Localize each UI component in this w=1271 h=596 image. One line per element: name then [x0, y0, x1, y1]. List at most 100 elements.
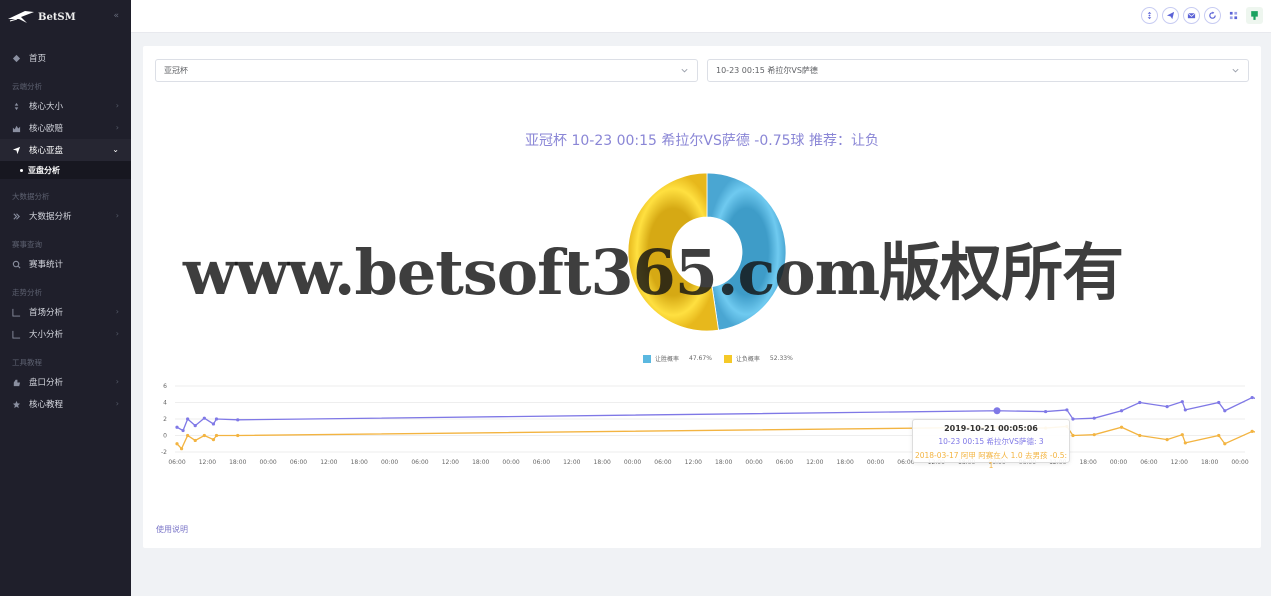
series-point[interactable] — [186, 417, 190, 421]
x-tick-label: 00:00 — [502, 459, 519, 466]
series-point[interactable] — [1138, 400, 1142, 405]
x-tick-label: 18:00 — [1079, 459, 1096, 466]
donut-slice-0[interactable] — [706, 172, 787, 331]
legend-label[interactable]: 让负概率 — [736, 354, 760, 363]
sidebar-item-core-asia[interactable]: 核心亚盘 ⌄ — [0, 139, 131, 161]
series-point[interactable] — [1138, 433, 1142, 438]
series-point[interactable] — [236, 418, 240, 422]
series-point[interactable] — [1165, 405, 1169, 409]
sidebar-item-event-stats[interactable]: 赛事统计 — [0, 253, 131, 275]
series-point[interactable] — [1044, 409, 1048, 414]
sidebar-item-first-analysis[interactable]: 首场分析 › — [0, 301, 131, 323]
section-tools: 工具教程 — [12, 358, 42, 367]
series-point[interactable] — [1065, 408, 1069, 412]
series-point[interactable] — [193, 438, 197, 443]
series-point[interactable] — [181, 428, 185, 433]
x-tick-label: 06:00 — [776, 459, 793, 466]
sidebar-item-label: 核心亚盘 — [29, 146, 64, 156]
brand-name: BetSM — [38, 11, 76, 23]
series-point[interactable] — [1165, 438, 1169, 442]
chevrons-icon — [12, 212, 21, 221]
series-point[interactable] — [175, 425, 179, 429]
grid-icon[interactable] — [1225, 7, 1242, 24]
chevron-down-icon — [1232, 68, 1239, 73]
series-point[interactable] — [214, 417, 219, 421]
sidebar-item-home[interactable]: 首页 — [0, 47, 131, 69]
sidebar-item-label: 核心大小 — [29, 102, 64, 112]
series-point[interactable] — [1092, 433, 1096, 437]
sidebar-subitem-asia-analysis[interactable]: 亚盘分析 — [0, 161, 131, 179]
brand[interactable]: BetSM « — [0, 0, 131, 34]
series-point[interactable] — [1180, 433, 1184, 437]
series-point[interactable] — [1223, 442, 1227, 446]
league-select[interactable]: 亚冠杯 — [155, 59, 698, 82]
series-point[interactable] — [1119, 409, 1124, 413]
help-link[interactable]: 使用说明 — [156, 524, 188, 535]
series-point[interactable] — [193, 424, 197, 428]
series-point[interactable] — [214, 433, 219, 438]
topbar — [131, 0, 1271, 33]
series-point[interactable] — [1217, 433, 1221, 438]
series-point[interactable] — [1250, 395, 1254, 400]
sidebar-item-size-analysis[interactable]: 大小分析 › — [0, 323, 131, 345]
series-point[interactable] — [1183, 408, 1187, 412]
y-tick-label: -2 — [161, 449, 167, 456]
x-tick-label: 06:00 — [168, 459, 185, 466]
series-point[interactable] — [1071, 417, 1075, 421]
sidebar-item-label: 大数据分析 — [29, 212, 72, 222]
series-point[interactable] — [1250, 429, 1254, 433]
avatar[interactable] — [1246, 7, 1263, 24]
x-tick-label: 06:00 — [411, 459, 428, 466]
x-tick-label: 18:00 — [594, 459, 611, 466]
series-point[interactable] — [202, 416, 206, 420]
series-line-1 — [176, 425, 1255, 450]
x-tick-label: 12:00 — [806, 459, 823, 466]
star-icon — [12, 400, 21, 409]
match-select[interactable]: 10-23 00:15 希拉尔VS萨德 — [707, 59, 1249, 82]
series-point[interactable] — [1071, 433, 1075, 438]
donut-slice-1[interactable] — [627, 172, 719, 332]
sidebar-item-core-tutorial[interactable]: 核心教程 › — [0, 393, 131, 415]
refresh-icon[interactable] — [1204, 7, 1221, 24]
sidebar-item-core-size[interactable]: 核心大小 › — [0, 95, 131, 117]
series-point[interactable] — [179, 447, 184, 451]
tooltip-line1: 10-23 00:15 希拉尔VS萨德: 3 — [938, 437, 1044, 446]
series-point[interactable] — [236, 433, 240, 438]
sidebar-item-label: 首页 — [29, 54, 47, 64]
x-tick-label: 06:00 — [654, 459, 671, 466]
sidebar-item-core-euro[interactable]: 核心欧赔 › — [0, 117, 131, 139]
x-tick-label: 06:00 — [533, 459, 550, 466]
league-select-value: 亚冠杯 — [164, 66, 188, 75]
series-point[interactable] — [1183, 441, 1187, 445]
series-point[interactable] — [1092, 416, 1096, 420]
move-icon[interactable] — [1141, 7, 1158, 24]
legend-label[interactable]: 让胜概率 — [655, 354, 679, 363]
x-tick-label: 12:00 — [442, 459, 459, 466]
series-point[interactable] — [1223, 409, 1227, 413]
series-point[interactable] — [211, 438, 216, 442]
bullet-icon — [20, 168, 23, 172]
sidebar-item-bigdata[interactable]: 大数据分析 › — [0, 205, 131, 227]
mail-icon[interactable] — [1183, 7, 1200, 24]
series-point[interactable] — [1119, 425, 1124, 429]
legend-swatch-yellow — [723, 354, 732, 363]
series-point[interactable] — [1180, 400, 1184, 404]
series-point[interactable] — [175, 442, 179, 446]
line-chart-icon — [12, 330, 21, 339]
series-point[interactable] — [1217, 400, 1221, 405]
telegram-icon[interactable] — [1162, 7, 1179, 24]
chevron-right-icon: › — [115, 329, 119, 338]
sidebar-item-label: 盘口分析 — [29, 378, 64, 388]
highlighted-point[interactable] — [993, 407, 1001, 415]
chart-legend: 让胜概率 47.67% 让负概率 52.33% — [643, 354, 801, 363]
series-point[interactable] — [186, 433, 190, 438]
series-point[interactable] — [211, 422, 216, 426]
sidebar-item-label: 大小分析 — [29, 330, 64, 340]
sidebar-item-odds-analysis[interactable]: 盘口分析 › — [0, 371, 131, 393]
x-tick-label: 06:00 — [1140, 459, 1157, 466]
x-tick-label: 18:00 — [351, 459, 368, 466]
collapse-sidebar-icon[interactable]: « — [113, 11, 119, 21]
sidebar: BetSM « 首页 云端分析 核心大小 › 核心欧赔 › 核心亚盘 ⌄ 亚盘分… — [0, 0, 131, 596]
brand-logo-icon — [8, 11, 34, 23]
series-point[interactable] — [202, 433, 206, 438]
